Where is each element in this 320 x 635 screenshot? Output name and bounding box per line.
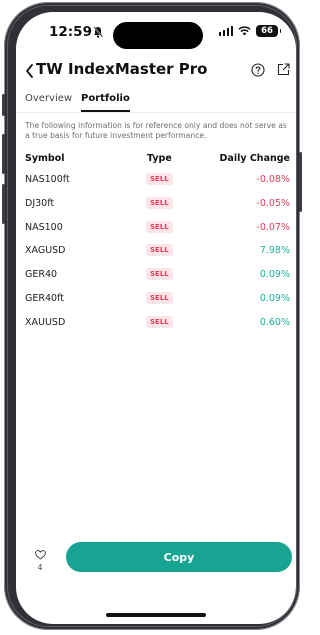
- power-button: [299, 152, 302, 212]
- sell-badge: SELL: [146, 315, 173, 328]
- column-header-symbol: Symbol: [25, 153, 65, 164]
- bell-muted-icon: [93, 26, 103, 38]
- action-button: [2, 94, 5, 116]
- daily-change-cell: 0.09%: [259, 269, 290, 281]
- sell-badge: SELL: [146, 291, 173, 304]
- phone-frame: 12:59 66 TW IndexMaster Pro Overview Por…: [2, 2, 302, 630]
- daily-change-cell: -0.05%: [256, 197, 290, 209]
- tab-overview[interactable]: Overview: [25, 93, 72, 108]
- app-screen: 12:59 66 TW IndexMaster Pro Overview Por…: [16, 12, 296, 624]
- copy-button[interactable]: Copy: [66, 542, 292, 572]
- table-header: Symbol Type Daily Change: [25, 153, 290, 167]
- tab-portfolio[interactable]: Portfolio: [81, 93, 130, 112]
- table-row[interactable]: GER40 SELL 0.09%: [25, 262, 290, 286]
- heart-icon: [34, 550, 46, 560]
- app-header: TW IndexMaster Pro: [16, 56, 296, 86]
- symbol-cell: DJ30ft: [25, 197, 55, 209]
- table-row[interactable]: XAGUSD SELL 7.98%: [25, 238, 290, 262]
- table-row[interactable]: DJ30ft SELL -0.05%: [25, 191, 290, 215]
- column-header-daily-change: Daily Change: [219, 153, 290, 164]
- volume-down-button: [2, 184, 5, 224]
- dynamic-island: [113, 22, 203, 49]
- daily-change-cell: -0.08%: [256, 174, 290, 185]
- bottom-action-bar: 4 Copy: [16, 542, 296, 602]
- volume-up-button: [2, 134, 5, 174]
- sell-badge: SELL: [146, 220, 173, 233]
- symbol-cell: XAUUSD: [25, 316, 66, 328]
- table-row[interactable]: XAUUSD SELL 0.60%: [25, 310, 290, 334]
- status-time: 12:59: [49, 24, 92, 40]
- favorite-count: 4: [37, 563, 43, 572]
- sell-badge: SELL: [146, 244, 173, 257]
- page-title: TW IndexMaster Pro: [36, 60, 208, 78]
- symbol-cell: NAS100ft: [25, 174, 70, 185]
- table-row[interactable]: GER40ft SELL 0.09%: [25, 286, 290, 310]
- sell-badge: SELL: [146, 196, 173, 209]
- chevron-left-icon[interactable]: [24, 62, 36, 80]
- symbol-cell: GER40: [25, 269, 58, 281]
- daily-change-cell: 7.98%: [259, 245, 290, 257]
- table-row[interactable]: NAS100 SELL -0.07%: [25, 215, 290, 239]
- table-row[interactable]: NAS100ft SELL -0.08%: [25, 167, 290, 191]
- help-icon[interactable]: [251, 63, 265, 77]
- status-indicators: 66: [218, 25, 281, 37]
- battery-icon: 66: [256, 25, 281, 37]
- disclaimer-text: The following information is for referen…: [25, 121, 287, 140]
- sell-badge: SELL: [146, 173, 173, 185]
- symbol-cell: NAS100: [25, 221, 63, 233]
- tab-bar: Overview Portfolio: [16, 90, 296, 113]
- daily-change-cell: 0.09%: [259, 292, 290, 304]
- favorite-button[interactable]: 4: [30, 550, 50, 572]
- symbol-cell: GER40ft: [25, 292, 64, 304]
- portfolio-table: NAS100ft SELL -0.08% DJ30ft SELL -0.05% …: [25, 167, 290, 334]
- column-header-type: Type: [147, 153, 172, 164]
- home-indicator: [106, 613, 206, 617]
- symbol-cell: XAGUSD: [25, 245, 66, 257]
- daily-change-cell: -0.07%: [256, 221, 290, 233]
- share-icon[interactable]: [277, 63, 290, 76]
- wifi-icon: [238, 26, 251, 36]
- sell-badge: SELL: [146, 268, 173, 281]
- cellular-signal-icon: [218, 26, 233, 36]
- daily-change-cell: 0.60%: [259, 316, 290, 328]
